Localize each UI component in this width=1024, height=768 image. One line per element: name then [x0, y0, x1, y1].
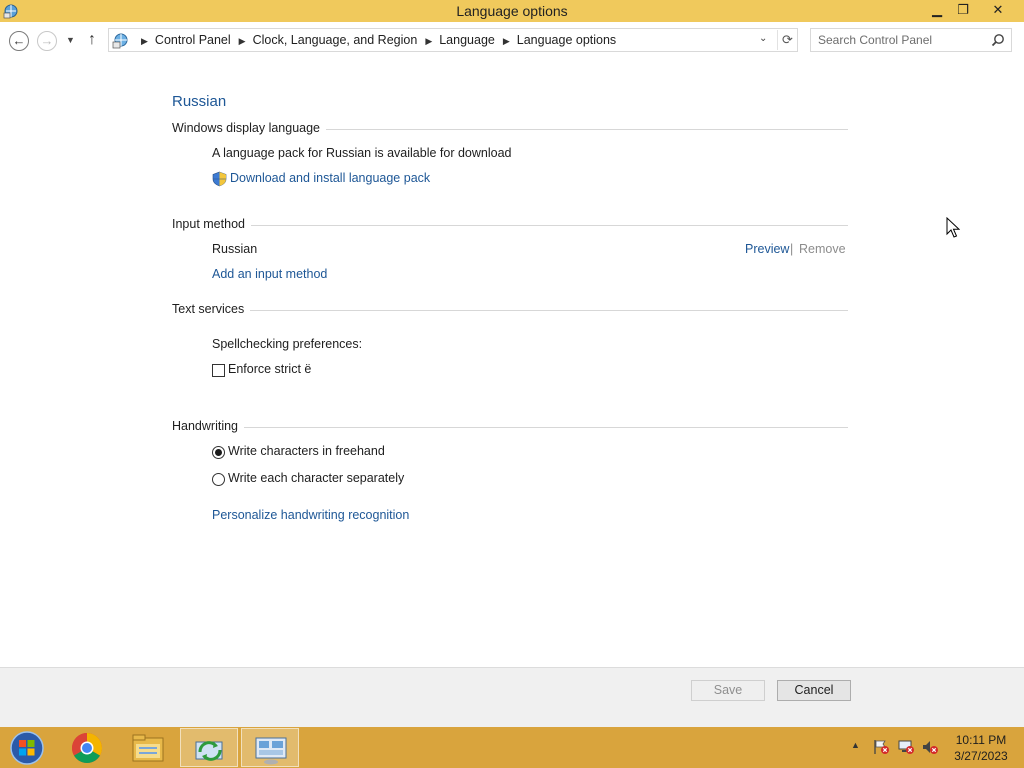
- freehand-label[interactable]: Write characters in freehand: [228, 444, 385, 458]
- address-dropdown-chevron-icon[interactable]: ⌄: [759, 33, 767, 44]
- language-pack-availability-text: A language pack for Russian is available…: [212, 146, 512, 160]
- refresh-button[interactable]: ⟳: [777, 30, 797, 50]
- chrome-icon: [71, 733, 103, 764]
- start-button[interactable]: [0, 728, 58, 767]
- spellchecking-label: Spellchecking preferences:: [212, 337, 363, 351]
- save-button[interactable]: Save: [691, 680, 765, 701]
- section-heading: Input method: [172, 217, 251, 231]
- taskbar-control-panel[interactable]: [241, 728, 299, 767]
- taskbar: ▲ 10:11 PM 3/27/2023: [0, 727, 1024, 768]
- language-title: Russian: [172, 93, 227, 110]
- folder-icon: [132, 734, 164, 762]
- breadcrumb-separator-icon[interactable]: ▶: [503, 36, 510, 46]
- breadcrumb-separator-icon[interactable]: ▶: [141, 36, 148, 46]
- sync-center-icon: [195, 741, 223, 761]
- remove-link[interactable]: Remove: [799, 242, 846, 256]
- breadcrumb: ▶ Control Panel ▶ Clock, Language, and Regi…: [133, 33, 616, 47]
- dialog-button-bar: Save Cancel: [0, 667, 1024, 727]
- section-heading: Windows display language: [172, 121, 327, 135]
- enforce-strict-checkbox[interactable]: [212, 364, 225, 377]
- system-clock[interactable]: 10:11 PM 3/27/2023: [945, 732, 1017, 764]
- network-icon[interactable]: [897, 739, 915, 755]
- breadcrumb-control-panel[interactable]: Control Panel: [155, 33, 231, 47]
- search-input[interactable]: [818, 30, 988, 50]
- forward-button[interactable]: →: [37, 31, 57, 51]
- recent-locations-chevron-icon[interactable]: ▼: [66, 35, 75, 45]
- section-divider: [172, 225, 848, 226]
- section-input-method: Input method: [172, 217, 848, 233]
- action-center-flag-icon[interactable]: [872, 739, 890, 755]
- separate-characters-label[interactable]: Write each character separately: [228, 471, 404, 485]
- windows-orb-icon: [10, 731, 44, 765]
- show-hidden-icons-button[interactable]: ▲: [851, 740, 860, 750]
- section-handwriting: Handwriting: [172, 419, 848, 435]
- download-language-pack-link[interactable]: Download and install language pack: [230, 171, 430, 185]
- language-options-panel: Russian Windows display language A langu…: [0, 60, 1024, 667]
- section-heading: Handwriting: [172, 419, 245, 433]
- taskbar-file-explorer[interactable]: [119, 728, 177, 767]
- input-method-name: Russian: [212, 242, 258, 256]
- section-display-language: Windows display language: [172, 121, 848, 137]
- clock-time: 10:11 PM: [955, 733, 1007, 747]
- breadcrumb-separator-icon[interactable]: ▶: [425, 36, 432, 46]
- breadcrumb-language-options[interactable]: Language options: [517, 33, 616, 47]
- breadcrumb-language[interactable]: Language: [439, 33, 495, 47]
- taskbar-network-sync[interactable]: [180, 728, 238, 767]
- navigation-bar: ← → ▼ ↑ ▶ Control Panel ▶ Clock, Language, …: [0, 22, 1024, 60]
- personalize-handwriting-link[interactable]: Personalize handwriting recognition: [212, 508, 409, 522]
- separate-characters-radio[interactable]: [212, 473, 225, 486]
- control-panel-icon: [255, 737, 287, 765]
- add-input-method-link[interactable]: Add an input method: [212, 267, 327, 281]
- up-button[interactable]: ↑: [88, 31, 96, 49]
- cancel-button[interactable]: Cancel: [777, 680, 851, 701]
- freehand-radio[interactable]: [212, 446, 225, 459]
- address-bar[interactable]: ▶ Control Panel ▶ Clock, Language, and Regi…: [108, 28, 798, 52]
- breadcrumb-separator-icon[interactable]: ▶: [239, 36, 246, 46]
- enforce-strict-label[interactable]: Enforce strict ё: [228, 362, 311, 376]
- section-divider: [172, 427, 848, 428]
- section-heading: Text services: [172, 302, 251, 316]
- back-button[interactable]: ←: [9, 31, 29, 51]
- clock-date: 3/27/2023: [954, 749, 1008, 763]
- section-text-services: Text services: [172, 302, 848, 318]
- section-divider: [172, 310, 848, 311]
- window-title: Language options: [456, 3, 568, 19]
- title-bar: Language options ▁ ❐ ✕: [0, 0, 1024, 22]
- search-icon[interactable]: [991, 33, 1005, 47]
- control-panel-icon: [112, 33, 128, 49]
- volume-muted-icon[interactable]: [921, 739, 939, 755]
- taskbar-chrome[interactable]: [58, 728, 116, 767]
- close-button[interactable]: ✕: [983, 0, 1013, 22]
- preview-link[interactable]: Preview: [745, 242, 789, 256]
- mouse-cursor-icon: [946, 217, 960, 238]
- uac-shield-icon: [212, 171, 227, 187]
- search-box: [810, 28, 1012, 52]
- restore-button[interactable]: ❐: [948, 0, 978, 22]
- link-separator: |: [790, 242, 794, 256]
- breadcrumb-clock-language-region[interactable]: Clock, Language, and Region: [253, 33, 418, 47]
